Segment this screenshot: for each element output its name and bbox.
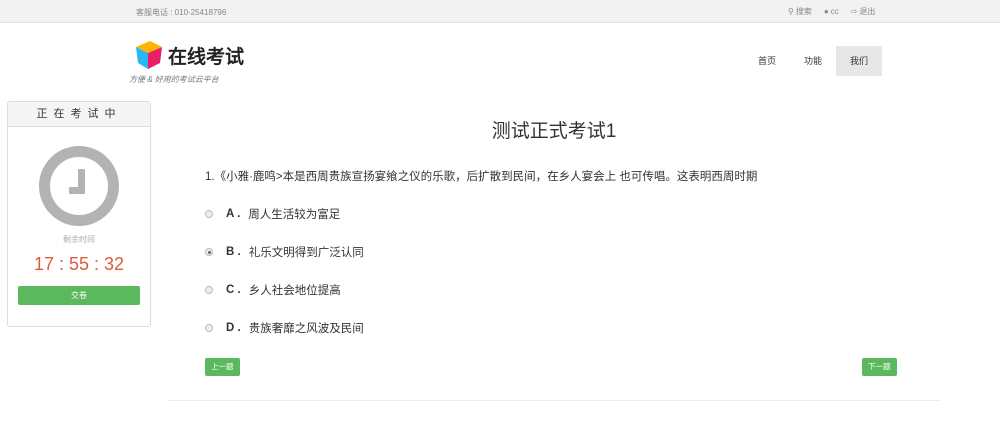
option-d[interactable]: D . 贵族奢靡之风波及民间 — [205, 320, 364, 336]
user-link[interactable]: ● cc — [824, 6, 839, 17]
slogan: 方便 & 好用的考试云平台 — [129, 75, 219, 84]
radio-d[interactable] — [205, 324, 213, 332]
search-icon: ⚲ — [788, 7, 794, 16]
question-text: 1.《小雅·鹿鸣>本是西周贵族宣扬宴飨之仪的乐歌，后扩散到民间，在乡人宴会上 也… — [205, 171, 758, 183]
logo-icon — [136, 41, 162, 69]
submit-button[interactable]: 交卷 — [18, 286, 140, 305]
logout-icon: ⇨ — [850, 7, 858, 16]
nav-features[interactable]: 功能 — [790, 46, 836, 76]
radio-b[interactable] — [205, 248, 213, 256]
option-b[interactable]: B . 礼乐文明得到广泛认同 — [205, 244, 364, 260]
question-panel: 测试正式考试1 1.《小雅·鹿鸣>本是西周贵族宣扬宴飨之仪的乐歌，后扩散到民间，… — [168, 101, 940, 401]
option-c[interactable]: C . 乡人社会地位提高 — [205, 282, 341, 298]
exam-status-panel: 正在考试中 剩余时间 17 : 55 : 32 交卷 — [7, 101, 151, 327]
panel-heading: 正在考试中 — [8, 102, 150, 127]
remaining-label: 剩余时间 — [63, 235, 95, 244]
service-phone: 客服电话 : 010-25418796 — [136, 8, 227, 17]
user-icon: ● — [823, 7, 829, 16]
top-bar: 客服电话 : 010-25418796 ⚲ 搜索 ● cc ⇨ 退出 — [0, 0, 1000, 23]
main-nav: 首页 功能 我们 — [744, 46, 883, 76]
countdown-timer: 17 : 55 : 32 — [33, 254, 125, 274]
option-a[interactable]: A . 周人生活较为富足 — [205, 206, 340, 222]
clock-icon — [39, 146, 119, 226]
radio-a[interactable] — [205, 210, 213, 218]
exam-title: 测试正式考试1 — [491, 121, 617, 142]
nav-about[interactable]: 我们 — [836, 46, 883, 76]
prev-question-button[interactable]: 上一题 — [205, 358, 240, 376]
logout-link[interactable]: ⇨ 退出 — [851, 6, 876, 17]
brand-name: 在线考试 — [168, 47, 245, 68]
nav-home[interactable]: 首页 — [744, 46, 790, 76]
next-question-button[interactable]: 下一题 — [862, 358, 897, 376]
search-link[interactable]: ⚲ 搜索 — [788, 6, 812, 17]
radio-c[interactable] — [205, 286, 213, 294]
